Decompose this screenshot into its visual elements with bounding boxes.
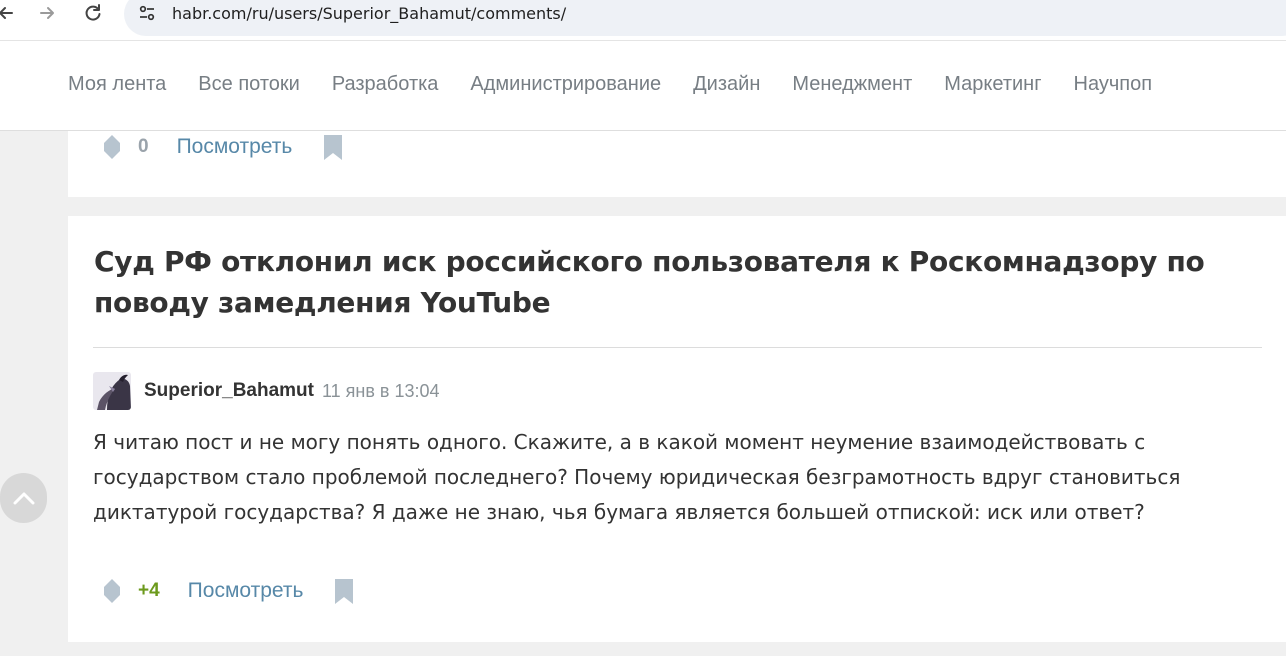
address-bar[interactable]: habr.com/ru/users/Superior_Bahamut/comme… xyxy=(124,0,1286,36)
browser-toolbar: habr.com/ru/users/Superior_Bahamut/comme… xyxy=(0,0,1286,41)
comment-author[interactable]: Superior_Bahamut xyxy=(144,380,314,402)
bookmark-icon[interactable] xyxy=(322,134,344,160)
nav-development[interactable]: Разработка xyxy=(332,73,439,96)
site-settings-icon[interactable] xyxy=(134,1,160,25)
avatar[interactable] xyxy=(93,372,131,410)
bookmark-icon[interactable] xyxy=(333,578,355,604)
comment-time[interactable]: 11 янв в 13:04 xyxy=(322,381,440,402)
nav-popsci[interactable]: Научпоп xyxy=(1074,73,1153,96)
divider xyxy=(93,347,1262,348)
chevron-up-icon xyxy=(13,492,34,505)
nav-design[interactable]: Дизайн xyxy=(693,73,760,96)
comment-text: Я читаю пост и не могу понять одного. Ск… xyxy=(93,430,1181,524)
comment-meta: Superior_Bahamut 11 янв в 13:04 xyxy=(93,372,440,410)
flows-nav: Моя лента Все потоки Разработка Админист… xyxy=(68,73,1184,96)
comment-score: 0 xyxy=(138,136,149,157)
nav-management[interactable]: Менеджмент xyxy=(792,73,912,96)
scroll-to-top-button[interactable] xyxy=(0,473,47,523)
comment-score: +4 xyxy=(138,580,160,601)
nav-my-feed[interactable]: Моя лента xyxy=(68,73,166,96)
reload-icon[interactable] xyxy=(79,0,107,26)
vote-diamond-icon[interactable] xyxy=(102,578,122,604)
vote-diamond-icon[interactable] xyxy=(102,134,122,160)
site-header: Моя лента Все потоки Разработка Админист… xyxy=(0,41,1286,131)
previous-comment-card: 0 Посмотреть xyxy=(68,131,1286,197)
nav-administration[interactable]: Администрирование xyxy=(470,73,661,96)
nav-all-flows[interactable]: Все потоки xyxy=(198,73,300,96)
view-link[interactable]: Посмотреть xyxy=(177,135,293,159)
view-link[interactable]: Посмотреть xyxy=(188,579,304,603)
comment-actions: +4 Посмотреть xyxy=(102,578,355,604)
arrow-right-icon[interactable] xyxy=(33,0,61,26)
previous-comment-actions: 0 Посмотреть xyxy=(102,134,344,160)
url-text[interactable]: habr.com/ru/users/Superior_Bahamut/comme… xyxy=(172,4,566,23)
comment-card: Суд РФ отклонил иск российского пользова… xyxy=(68,216,1286,642)
arrow-left-icon[interactable] xyxy=(0,0,20,26)
nav-marketing[interactable]: Маркетинг xyxy=(944,73,1041,96)
post-title[interactable]: Суд РФ отклонил иск российского пользова… xyxy=(94,241,1254,323)
